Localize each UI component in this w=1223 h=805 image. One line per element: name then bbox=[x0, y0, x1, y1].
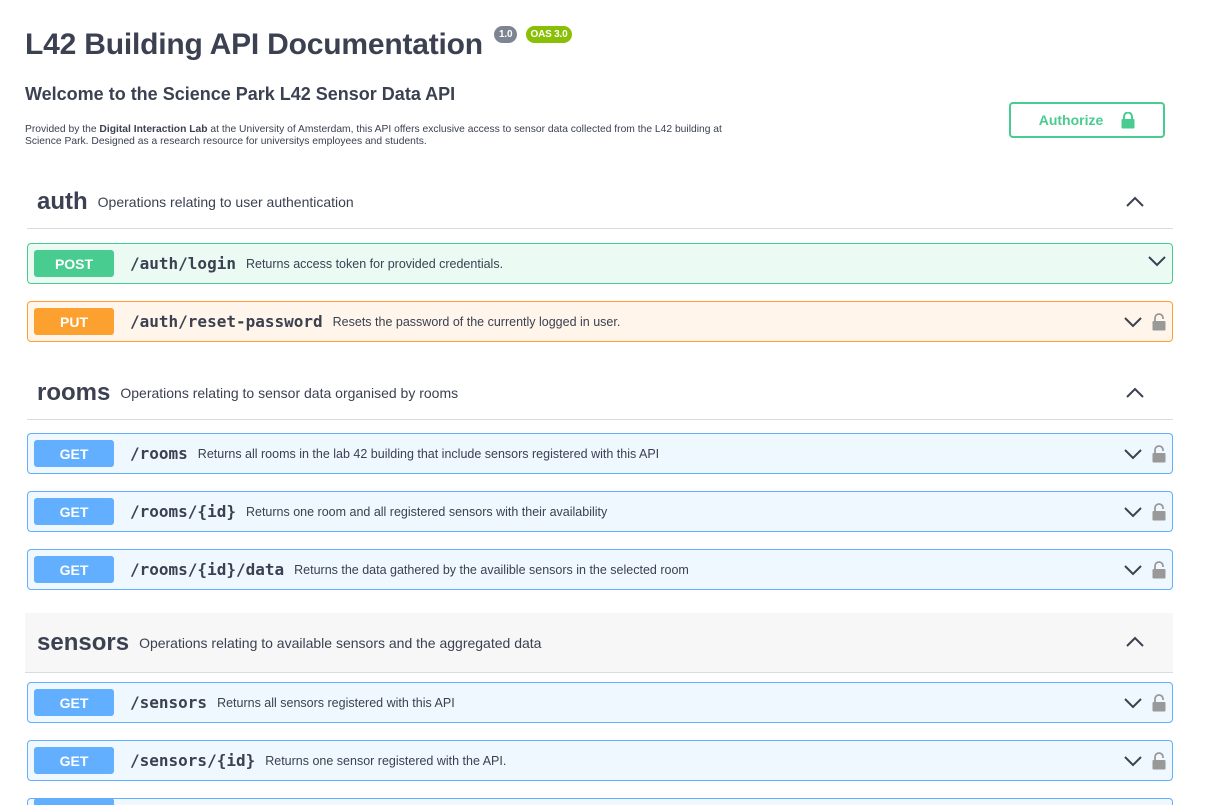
chevron-down-icon[interactable] bbox=[1124, 506, 1142, 518]
operation-path: /rooms/{id} bbox=[130, 502, 236, 521]
operation-summary: Resets the password of the currently log… bbox=[332, 314, 621, 329]
tag-name: rooms bbox=[37, 379, 111, 406]
welcome-heading: Welcome to the Science Park L42 Sensor D… bbox=[25, 84, 456, 104]
chevron-down-icon[interactable] bbox=[1124, 316, 1142, 328]
tag-header-rooms[interactable]: rooms Operations relating to sensor data… bbox=[27, 367, 1173, 420]
operation-get-room-by-id[interactable]: GET /rooms/{id} Returns one room and all… bbox=[27, 491, 1173, 532]
operation-summary: Returns access token for provided creden… bbox=[245, 256, 504, 271]
operation-get-rooms[interactable]: GET /rooms Returns all rooms in the lab … bbox=[27, 433, 1173, 474]
operation-get-partial[interactable] bbox=[27, 798, 1173, 805]
unlocked-icon[interactable] bbox=[1152, 694, 1166, 712]
method-badge: GET bbox=[34, 440, 114, 467]
authorize-label: Authorize bbox=[1038, 112, 1104, 128]
tag-header-auth[interactable]: auth Operations relating to user authent… bbox=[27, 176, 1173, 229]
oas-badge: OAS 3.0 bbox=[525, 26, 573, 43]
operation-summary: Returns all sensors registered with this… bbox=[217, 695, 455, 710]
unlocked-icon[interactable] bbox=[1152, 503, 1166, 521]
operation-path: /auth/login bbox=[130, 254, 236, 273]
chevron-down-icon[interactable] bbox=[1124, 564, 1142, 576]
operation-path: /auth/reset-password bbox=[130, 312, 323, 331]
swagger-page: L42 Building API Documentation 1.0 OAS 3… bbox=[0, 0, 1223, 805]
chevron-up-icon[interactable] bbox=[1125, 194, 1145, 210]
operation-summary: Returns one sensor registered with the A… bbox=[265, 753, 507, 768]
unlocked-icon[interactable] bbox=[1152, 561, 1166, 579]
operation-summary: Returns one room and all registered sens… bbox=[245, 504, 608, 519]
lock-icon bbox=[1121, 111, 1135, 128]
tag-name: auth bbox=[37, 188, 88, 215]
method-badge: PUT bbox=[34, 308, 114, 335]
tag-description: Operations relating to available sensors… bbox=[139, 634, 542, 651]
operation-path: /sensors/{id} bbox=[130, 751, 256, 770]
chevron-down-icon[interactable] bbox=[1124, 755, 1142, 767]
operation-summary: Returns all rooms in the lab 42 building… bbox=[197, 446, 660, 461]
api-title: L42 Building API Documentation bbox=[25, 28, 483, 61]
method-badge: GET bbox=[34, 689, 114, 716]
tag-description: Operations relating to user authenticati… bbox=[97, 194, 354, 210]
method-badge: GET bbox=[34, 556, 114, 583]
unlocked-icon[interactable] bbox=[1152, 313, 1166, 331]
chevron-up-icon[interactable] bbox=[1125, 634, 1145, 650]
tag-description: Operations relating to sensor data organ… bbox=[120, 385, 459, 401]
operation-path: /rooms/{id}/data bbox=[130, 560, 285, 579]
operation-path: /rooms bbox=[130, 444, 188, 463]
desc-lab-name: Digital Interaction Lab bbox=[99, 124, 208, 135]
unlocked-icon[interactable] bbox=[1152, 752, 1166, 770]
method-badge bbox=[34, 798, 114, 805]
unlocked-icon[interactable] bbox=[1152, 445, 1166, 463]
chevron-down-icon[interactable] bbox=[1148, 255, 1166, 267]
operation-summary: Returns the data gathered by the availib… bbox=[294, 562, 689, 577]
operation-put-auth-reset-password[interactable]: PUT /auth/reset-password Resets the pass… bbox=[27, 301, 1173, 342]
authorize-button[interactable]: Authorize bbox=[1009, 102, 1165, 138]
chevron-down-icon[interactable] bbox=[1124, 697, 1142, 709]
operation-post-auth-login[interactable]: POST /auth/login Returns access token fo… bbox=[27, 243, 1173, 284]
operation-get-room-data[interactable]: GET /rooms/{id}/data Returns the data ga… bbox=[27, 549, 1173, 590]
chevron-up-icon[interactable] bbox=[1125, 385, 1145, 401]
chevron-down-icon[interactable] bbox=[1124, 448, 1142, 460]
api-description: Provided by the Digital Interaction Lab … bbox=[25, 124, 745, 148]
operation-path: /sensors bbox=[130, 693, 208, 712]
method-badge: POST bbox=[34, 250, 114, 277]
tag-name: sensors bbox=[37, 628, 130, 656]
tag-header-sensors[interactable]: sensors Operations relating to available… bbox=[25, 613, 1173, 673]
method-badge: GET bbox=[34, 498, 114, 525]
page-title: L42 Building API Documentation 1.0 OAS 3… bbox=[25, 26, 573, 62]
operation-get-sensors[interactable]: GET /sensors Returns all sensors registe… bbox=[27, 682, 1173, 723]
desc-prefix: Provided by the bbox=[25, 124, 100, 135]
version-badge: 1.0 bbox=[494, 26, 518, 43]
method-badge: GET bbox=[34, 747, 114, 774]
operation-get-sensor-by-id[interactable]: GET /sensors/{id} Returns one sensor reg… bbox=[27, 740, 1173, 781]
